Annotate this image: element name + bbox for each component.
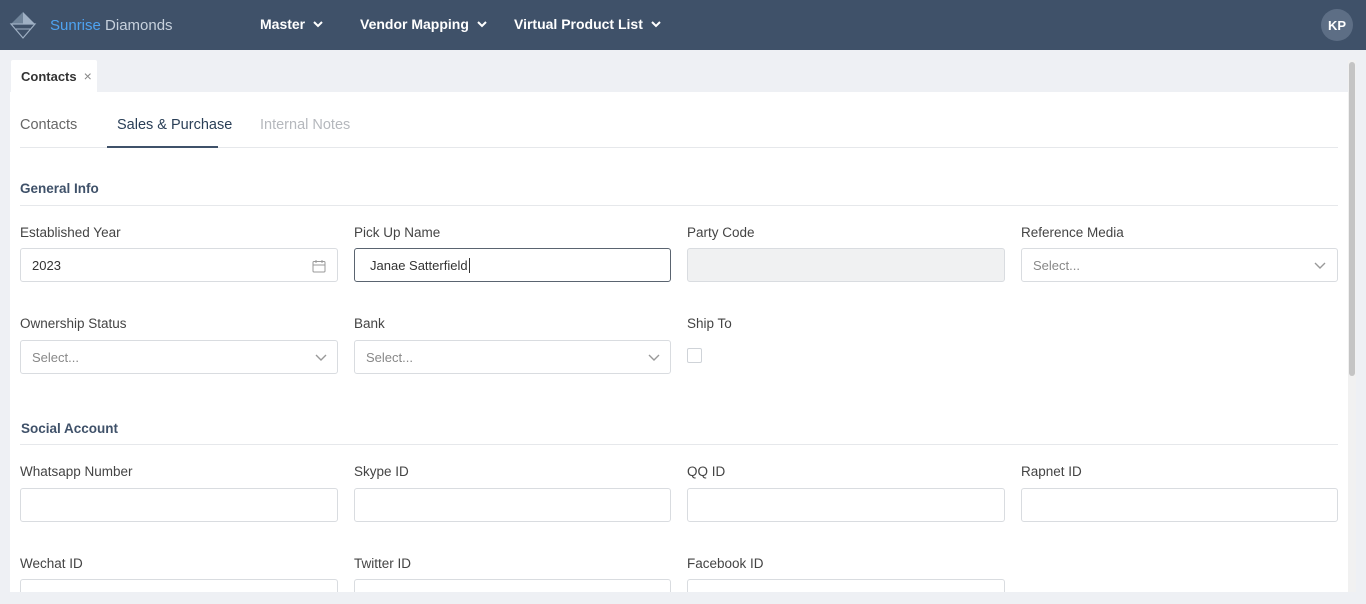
active-tab-indicator (107, 146, 218, 148)
established-year-value: 2023 (32, 258, 61, 273)
ship-to-label: Ship To (687, 316, 732, 331)
tab-internal-notes: Internal Notes (260, 117, 351, 133)
reference-media-select[interactable]: Select... (1021, 248, 1338, 282)
pick-up-name-value: Janae Satterfield (370, 258, 470, 273)
party-code-input (687, 248, 1005, 282)
skype-id-input[interactable] (354, 488, 671, 522)
whatsapp-number-input[interactable] (20, 488, 338, 522)
scrollbar-thumb[interactable] (1349, 62, 1355, 376)
pick-up-name-input[interactable]: Janae Satterfield (354, 248, 671, 282)
ownership-status-select[interactable]: Select... (20, 340, 338, 374)
tab-contacts[interactable]: Contacts (20, 117, 77, 133)
nav-item-virtual-product-list[interactable]: Virtual Product List (514, 16, 661, 32)
rapnet-id-label: Rapnet ID (1021, 464, 1082, 479)
tab-sales-purchase[interactable]: Sales & Purchase (117, 117, 232, 133)
section-title-general-info: General Info (20, 181, 99, 196)
main-panel: Contacts Sales & Purchase Internal Notes… (10, 92, 1348, 592)
pick-up-name-label: Pick Up Name (354, 225, 441, 240)
subtab-bar: Contacts Sales & Purchase Internal Notes (20, 92, 1338, 148)
section-title-social-account: Social Account (21, 421, 119, 436)
user-avatar[interactable]: KP (1321, 9, 1353, 41)
calendar-icon (312, 260, 326, 273)
brand-name: Sunrise Diamonds (50, 16, 173, 34)
chevron-down-icon (315, 354, 327, 361)
close-icon[interactable]: × (84, 68, 92, 84)
top-navbar: Sunrise Diamonds Master Vendor Mapping V… (0, 0, 1366, 50)
nav-item-label: Virtual Product List (514, 16, 643, 32)
nav-item-label: Master (260, 16, 306, 32)
bank-label: Bank (354, 316, 385, 331)
bank-placeholder: Select... (366, 350, 413, 365)
tab-label: Contacts (21, 68, 77, 84)
tab-contacts-document[interactable]: Contacts × (11, 60, 97, 92)
rapnet-id-input[interactable] (1021, 488, 1338, 522)
chevron-down-icon (648, 354, 660, 361)
ship-to-checkbox[interactable] (687, 348, 702, 363)
section-divider (20, 444, 1338, 445)
twitter-id-label: Twitter ID (354, 556, 412, 571)
document-tab-strip: Contacts × (10, 60, 1348, 92)
qq-id-label: QQ ID (687, 464, 726, 479)
nav-item-master[interactable]: Master (260, 16, 323, 32)
ownership-status-placeholder: Select... (32, 350, 79, 365)
section-divider (20, 205, 1338, 206)
chevron-down-icon (313, 20, 323, 27)
nav-item-vendor-mapping[interactable]: Vendor Mapping (360, 16, 487, 32)
whatsapp-number-label: Whatsapp Number (20, 464, 133, 479)
brand-logo[interactable]: Sunrise Diamonds (8, 10, 173, 40)
wechat-id-label: Wechat ID (20, 556, 83, 571)
facebook-id-input[interactable] (687, 579, 1005, 592)
chevron-down-icon (477, 20, 487, 27)
reference-media-placeholder: Select... (1033, 258, 1080, 273)
chevron-down-icon (651, 20, 661, 27)
diamond-logo-icon (9, 12, 37, 39)
qq-id-input[interactable] (687, 488, 1005, 522)
party-code-label: Party Code (687, 225, 755, 240)
established-year-label: Established Year (20, 225, 121, 240)
skype-id-label: Skype ID (354, 464, 409, 479)
reference-media-label: Reference Media (1021, 225, 1124, 240)
wechat-id-input[interactable] (20, 579, 338, 592)
established-year-picker[interactable]: 2023 (20, 248, 338, 282)
nav-item-label: Vendor Mapping (360, 16, 469, 32)
bank-select[interactable]: Select... (354, 340, 671, 374)
text-caret (468, 258, 470, 273)
chevron-down-icon (1314, 262, 1326, 269)
facebook-id-label: Facebook ID (687, 556, 764, 571)
ownership-status-label: Ownership Status (20, 316, 127, 331)
page-scrollbar[interactable] (1348, 60, 1356, 592)
twitter-id-input[interactable] (354, 579, 671, 592)
